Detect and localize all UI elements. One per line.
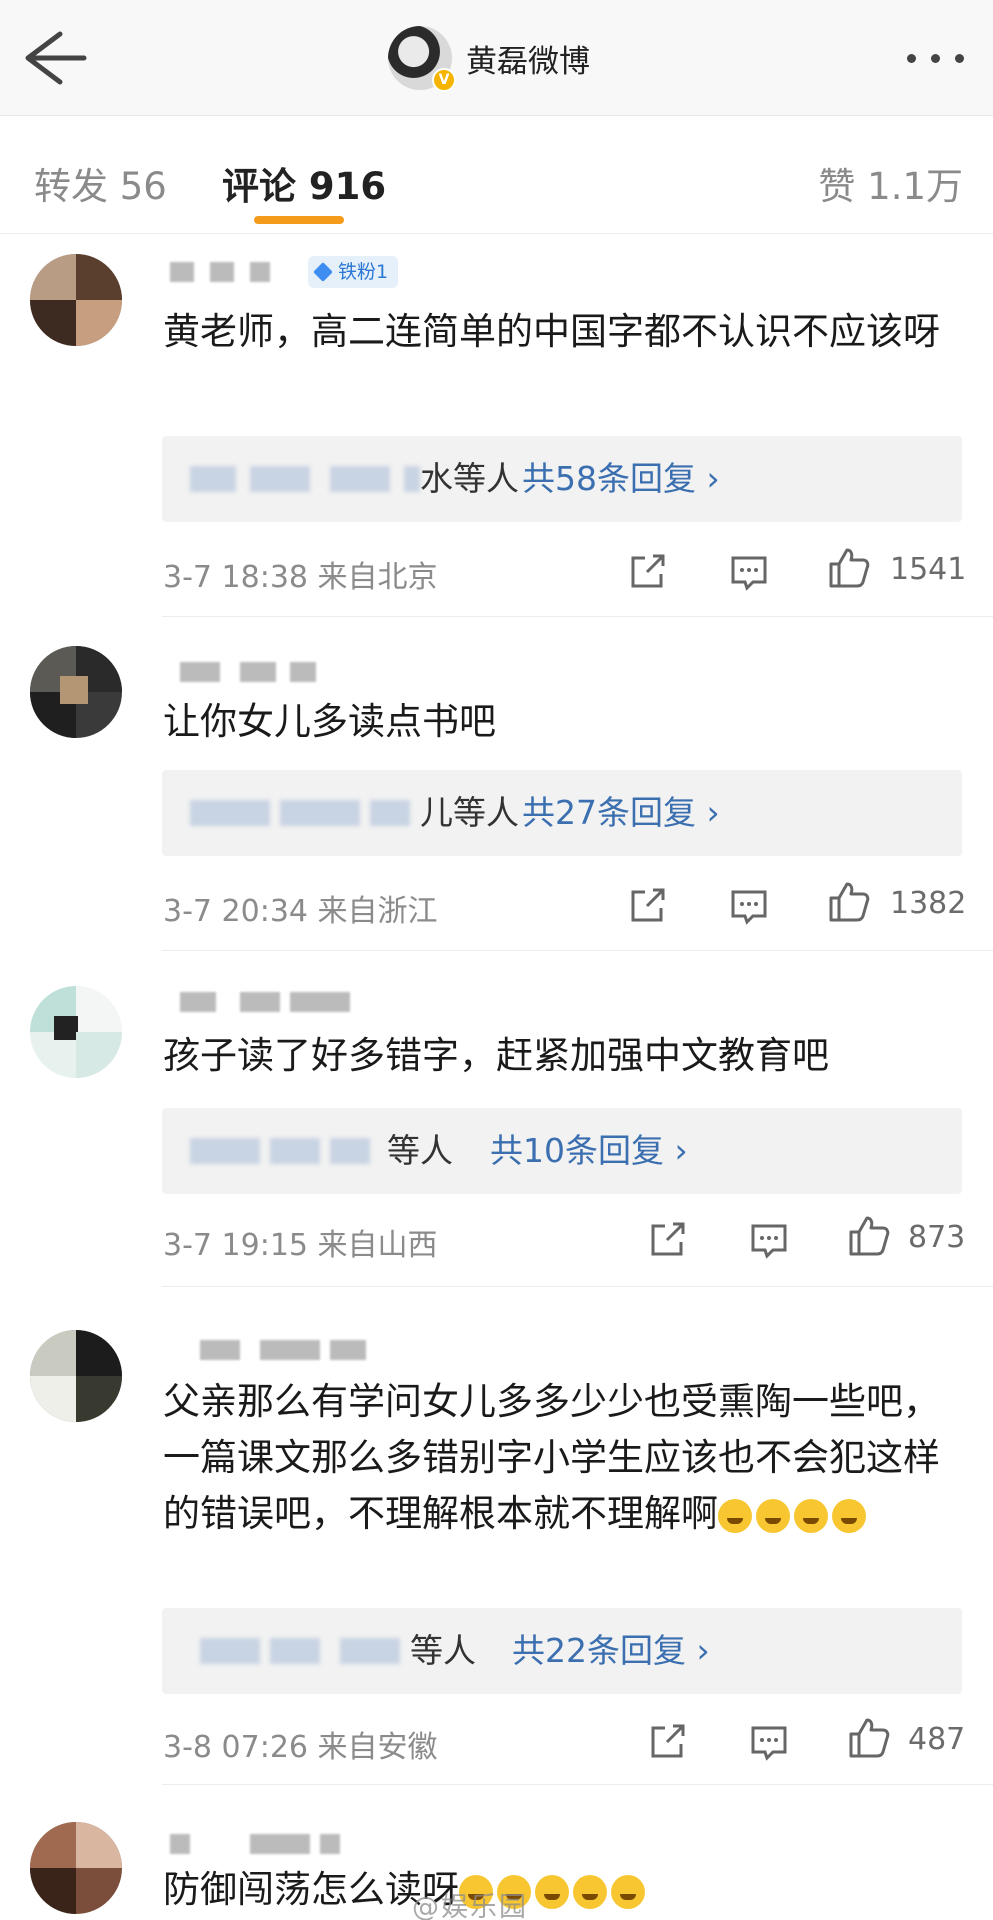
- emoji-icon: [573, 1874, 607, 1909]
- reply-summary[interactable]: 等人 共22条回复 ›: [162, 1608, 962, 1694]
- username-blurred[interactable]: [170, 256, 300, 286]
- like-icon[interactable]: [827, 546, 871, 590]
- tab-likes[interactable]: 赞 1.1万: [818, 156, 963, 210]
- emoji-icon: [718, 1498, 752, 1533]
- avatar[interactable]: [30, 986, 122, 1078]
- reply-who: 等人: [410, 1631, 476, 1670]
- comment-meta: 3-8 07:26 来自安徽: [163, 1722, 438, 1766]
- page-title: 黄磊微博: [466, 43, 590, 80]
- watermark: @娱乐园: [412, 1892, 528, 1920]
- comment-meta: 3-7 20:34 来自浙江: [163, 886, 438, 930]
- username-blurred[interactable]: [170, 1334, 370, 1364]
- like-count: 873: [908, 1220, 966, 1255]
- reply-count-link[interactable]: 共10条回复 ›: [490, 1108, 688, 1194]
- divider: [162, 1784, 993, 1785]
- comment-location: 来自安徽: [317, 1730, 438, 1765]
- comment-text: 防御闯荡怎么读呀: [163, 1862, 963, 1918]
- comment-time: 3-7 19:15: [163, 1228, 308, 1263]
- reply-who: 儿等人: [420, 793, 519, 832]
- tab-repost[interactable]: 转发 56: [34, 156, 167, 210]
- like-icon[interactable]: [847, 1716, 891, 1760]
- divider: [162, 1286, 993, 1287]
- more-horizontal-icon[interactable]: [901, 50, 971, 66]
- share-icon[interactable]: [645, 1720, 689, 1764]
- comment-icon[interactable]: [747, 1218, 791, 1262]
- username-blurred[interactable]: [170, 656, 330, 686]
- avatar[interactable]: [30, 646, 122, 738]
- tab-bar: 转发 56 评论 916 赞 1.1万: [0, 116, 993, 234]
- like-count: 1541: [890, 552, 967, 587]
- verified-badge: V: [432, 68, 456, 92]
- emoji-icon: [611, 1874, 645, 1909]
- username-blurred[interactable]: [170, 1828, 350, 1858]
- fan-badge: 铁粉1: [308, 256, 399, 288]
- comment-time: 3-7 18:38: [163, 560, 308, 595]
- reply-count-link[interactable]: 共27条回复 ›: [522, 770, 720, 856]
- tab-indicator: [254, 216, 344, 224]
- avatar[interactable]: [30, 1330, 122, 1422]
- emoji-icon: [535, 1874, 569, 1909]
- comment-location: 来自山西: [317, 1228, 438, 1263]
- avatar[interactable]: [30, 254, 122, 346]
- diamond-icon: [313, 262, 333, 282]
- avatar[interactable]: [30, 1822, 122, 1914]
- comment-icon[interactable]: [747, 1720, 791, 1764]
- emoji-icon: [756, 1498, 790, 1533]
- share-icon[interactable]: [625, 884, 669, 928]
- reply-count-link[interactable]: 共22条回复 ›: [512, 1608, 710, 1694]
- reply-summary[interactable]: 儿等人 共27条回复 ›: [162, 770, 962, 856]
- comment-icon[interactable]: [727, 550, 771, 594]
- avatar: V: [388, 26, 456, 92]
- divider: [162, 616, 993, 617]
- like-icon[interactable]: [847, 1214, 891, 1258]
- header-title-group[interactable]: V 黄磊微博: [388, 26, 590, 92]
- emoji-icon: [794, 1498, 828, 1533]
- reply-summary[interactable]: 水等人 共58条回复 ›: [162, 436, 962, 522]
- reply-who: 水等人: [420, 459, 519, 498]
- comment-time: 3-7 20:34: [163, 894, 308, 929]
- comment-text: 父亲那么有学问女儿多多少少也受熏陶一些吧，一篇课文那么多错别字小学生应该也不会犯…: [163, 1380, 940, 1535]
- comment-location: 来自浙江: [317, 894, 438, 929]
- share-icon[interactable]: [625, 550, 669, 594]
- reply-count-link[interactable]: 共58条回复 ›: [522, 436, 720, 522]
- comment-meta: 3-7 19:15 来自山西: [163, 1220, 438, 1264]
- comment-text: 让你女儿多读点书吧: [163, 700, 496, 743]
- tab-comments[interactable]: 评论 916: [222, 156, 386, 210]
- comment-meta: 3-7 18:38 来自北京: [163, 552, 438, 596]
- top-bar: V 黄磊微博: [0, 0, 993, 116]
- like-icon[interactable]: [827, 880, 871, 924]
- emoji-group: [718, 1492, 870, 1535]
- share-icon[interactable]: [645, 1218, 689, 1262]
- arrow-left-icon[interactable]: [20, 28, 90, 88]
- comment-text: 黄老师，高二连简单的中国字都不认识不应该呀: [163, 310, 940, 353]
- like-count: 487: [908, 1722, 966, 1757]
- emoji-icon: [832, 1498, 866, 1533]
- comment-text: 孩子读了好多错字，赶紧加强中文教育吧: [163, 1034, 829, 1077]
- comment-icon[interactable]: [727, 884, 771, 928]
- divider: [162, 950, 993, 951]
- comment-time: 3-8 07:26: [163, 1730, 308, 1765]
- username-blurred[interactable]: [170, 986, 370, 1016]
- like-count: 1382: [890, 886, 967, 921]
- reply-summary[interactable]: 等人 共10条回复 ›: [162, 1108, 962, 1194]
- reply-who: 等人: [387, 1131, 453, 1170]
- comment-location: 来自北京: [317, 560, 438, 595]
